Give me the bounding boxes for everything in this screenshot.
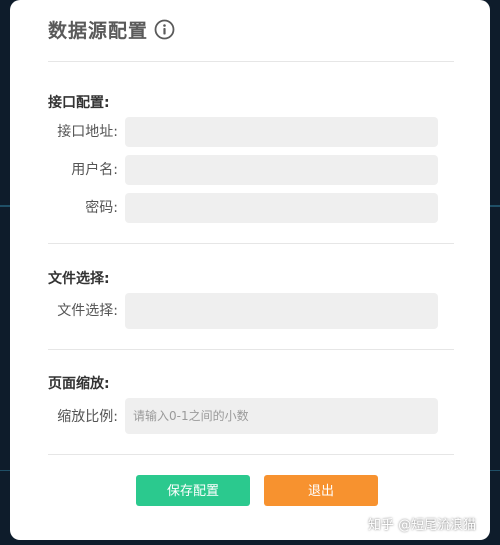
file-select-label: 文件选择: xyxy=(57,303,118,319)
zoom-ratio-input[interactable] xyxy=(125,398,438,434)
password-input[interactable] xyxy=(125,193,438,223)
username-label: 用户名: xyxy=(71,162,118,178)
header-divider xyxy=(48,61,454,62)
file-select-input[interactable] xyxy=(125,293,438,329)
data-source-config-dialog: 数据源配置 接口配置: 接口地址: 用户名: 密码: 文件选择: 文件选择: 页… xyxy=(10,0,490,540)
api-address-label: 接口地址: xyxy=(57,124,118,140)
backdrop-line xyxy=(0,205,10,207)
backdrop-line xyxy=(490,205,500,207)
file-select-heading: 文件选择: xyxy=(48,271,110,287)
dialog-title: 数据源配置 xyxy=(48,19,149,42)
section-divider xyxy=(48,349,454,350)
username-input[interactable] xyxy=(125,155,438,185)
exit-button[interactable]: 退出 xyxy=(264,475,378,506)
zoom-ratio-label: 缩放比例: xyxy=(57,409,118,425)
password-label: 密码: xyxy=(85,200,118,216)
page-zoom-heading: 页面缩放: xyxy=(48,376,110,392)
watermark-text: 知乎 @短尾流浪猫 xyxy=(368,518,477,533)
save-config-button[interactable]: 保存配置 xyxy=(136,475,250,506)
section-divider xyxy=(48,243,454,244)
backdrop-line xyxy=(0,470,10,471)
dialog-header: 数据源配置 xyxy=(48,16,175,42)
backdrop-line xyxy=(490,470,500,471)
api-address-input[interactable] xyxy=(125,117,438,147)
info-icon[interactable] xyxy=(154,19,175,40)
footer-divider xyxy=(48,454,454,455)
api-config-heading: 接口配置: xyxy=(48,95,110,111)
